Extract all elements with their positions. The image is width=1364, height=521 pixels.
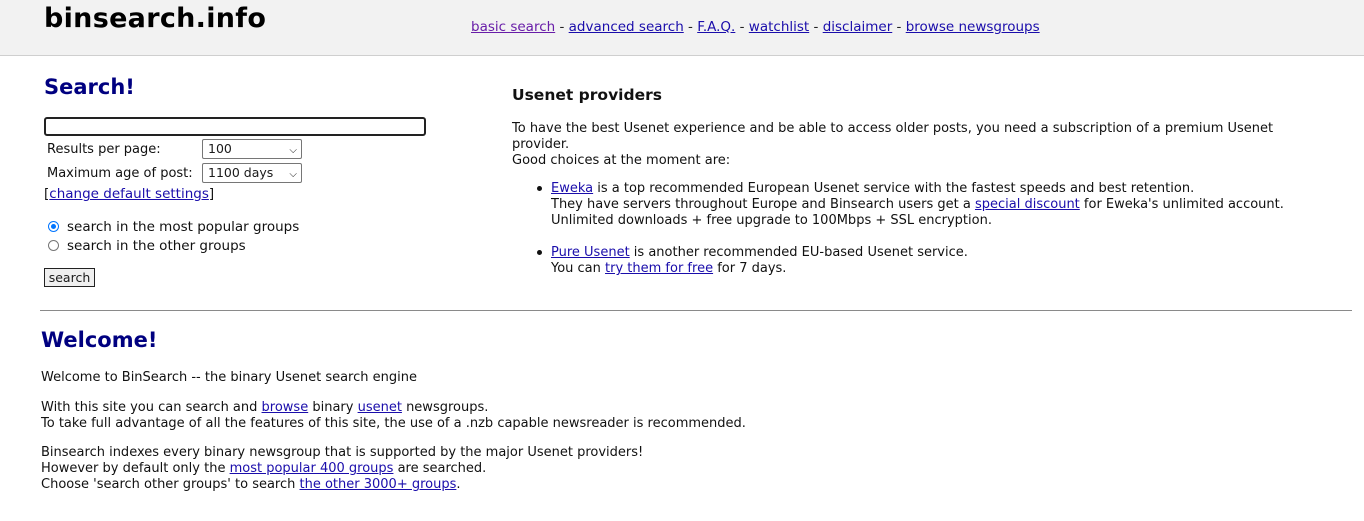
results-per-page-select[interactable]: 100 ⌵ [202, 139, 302, 159]
providers-intro-line1: To have the best Usenet experience and b… [512, 121, 1274, 152]
radio-popular[interactable] [48, 221, 59, 232]
change-settings-row: [change default settings] [44, 186, 214, 202]
welcome-p2-line2: To take full advantage of all the featur… [41, 416, 746, 431]
radio-other-label[interactable]: search in the other groups [67, 238, 246, 254]
max-age-label: Maximum age of post: [47, 166, 193, 181]
radio-other-row[interactable]: search in the other groups [48, 238, 246, 254]
nav-separator: - [559, 19, 569, 35]
max-age-select[interactable]: 1100 days ⌵ [202, 163, 302, 183]
radio-other[interactable] [48, 240, 59, 251]
welcome-line1: Welcome to BinSearch -- the binary Usene… [41, 370, 417, 385]
pure-text1: is another recommended EU-based Usenet s… [629, 245, 968, 260]
chevron-down-icon: ⌵ [289, 145, 297, 156]
results-per-page-value: 100 [208, 141, 232, 156]
welcome-paragraph-2: With this site you can search and browse… [41, 400, 1041, 432]
top-bar: binsearch.info basic search - advanced s… [0, 0, 1364, 56]
try-free-link[interactable]: try them for free [605, 261, 713, 276]
eweka-link[interactable]: Eweka [551, 181, 593, 196]
welcome-title: Welcome! [41, 328, 158, 352]
results-per-page-label: Results per page: [47, 142, 161, 157]
nav-separator: - [739, 19, 749, 35]
nav-basic-search[interactable]: basic search [471, 19, 555, 35]
nav-separator: - [688, 19, 698, 35]
other-groups-link[interactable]: the other 3000+ groups [300, 477, 457, 492]
nav-advanced-search[interactable]: advanced search [569, 19, 684, 35]
nav-separator: - [896, 19, 906, 35]
welcome-p2b: binary [308, 400, 358, 415]
nav-browse-newsgroups[interactable]: browse newsgroups [906, 19, 1040, 35]
eweka-text3: Unlimited downloads + free upgrade to 10… [551, 213, 992, 228]
main-nav: basic search - advanced search - F.A.Q. … [471, 19, 1040, 35]
welcome-p3-line3a: Choose 'search other groups' to search [41, 477, 300, 492]
welcome-p3-line2a: However by default only the [41, 461, 230, 476]
provider-pure-usenet: Pure Usenet is another recommended EU-ba… [551, 245, 1341, 277]
bullet-icon [537, 186, 542, 191]
welcome-p3-line3b: . [456, 477, 461, 492]
radio-popular-label[interactable]: search in the most popular groups [67, 219, 299, 235]
provider-eweka: Eweka is a top recommended European Usen… [551, 181, 1341, 229]
eweka-text1: is a top recommended European Usenet ser… [593, 181, 1195, 196]
pure-text2a: You can [551, 261, 606, 276]
search-input[interactable] [44, 117, 426, 136]
bracket-close: ] [208, 186, 215, 202]
nav-disclaimer[interactable]: disclaimer [823, 19, 893, 35]
site-logo[interactable]: binsearch.info [44, 3, 266, 34]
eweka-text2a: They have servers throughout Europe and … [551, 197, 975, 212]
pure-usenet-link[interactable]: Pure Usenet [551, 245, 630, 260]
providers-intro: To have the best Usenet experience and b… [512, 121, 1332, 169]
radio-popular-row[interactable]: search in the most popular groups [48, 219, 299, 235]
special-discount-link[interactable]: special discount [975, 197, 1080, 212]
bullet-icon [537, 250, 542, 255]
section-divider [40, 310, 1352, 311]
eweka-text2b: for Eweka's unlimited account. [1079, 197, 1284, 212]
usenet-link[interactable]: usenet [358, 400, 402, 415]
most-popular-groups-link[interactable]: most popular 400 groups [230, 461, 394, 476]
change-settings-link[interactable]: change default settings [49, 186, 209, 202]
providers-title: Usenet providers [512, 86, 662, 104]
nav-watchlist[interactable]: watchlist [749, 19, 809, 35]
welcome-p3-line1: Binsearch indexes every binary newsgroup… [41, 445, 644, 460]
welcome-p2c: newsgroups. [401, 400, 489, 415]
nav-faq[interactable]: F.A.Q. [697, 19, 735, 35]
chevron-down-icon: ⌵ [289, 169, 297, 180]
search-button[interactable]: search [44, 268, 95, 287]
nav-separator: - [813, 19, 823, 35]
search-title: Search! [44, 75, 135, 99]
pure-text2b: for 7 days. [713, 261, 787, 276]
max-age-value: 1100 days [208, 165, 274, 180]
welcome-paragraph-3: Binsearch indexes every binary newsgroup… [41, 445, 1041, 493]
providers-intro-line2: Good choices at the moment are: [512, 153, 731, 168]
welcome-p2a: With this site you can search and [41, 400, 262, 415]
browse-link[interactable]: browse [262, 400, 309, 415]
welcome-p3-line2b: are searched. [393, 461, 487, 476]
